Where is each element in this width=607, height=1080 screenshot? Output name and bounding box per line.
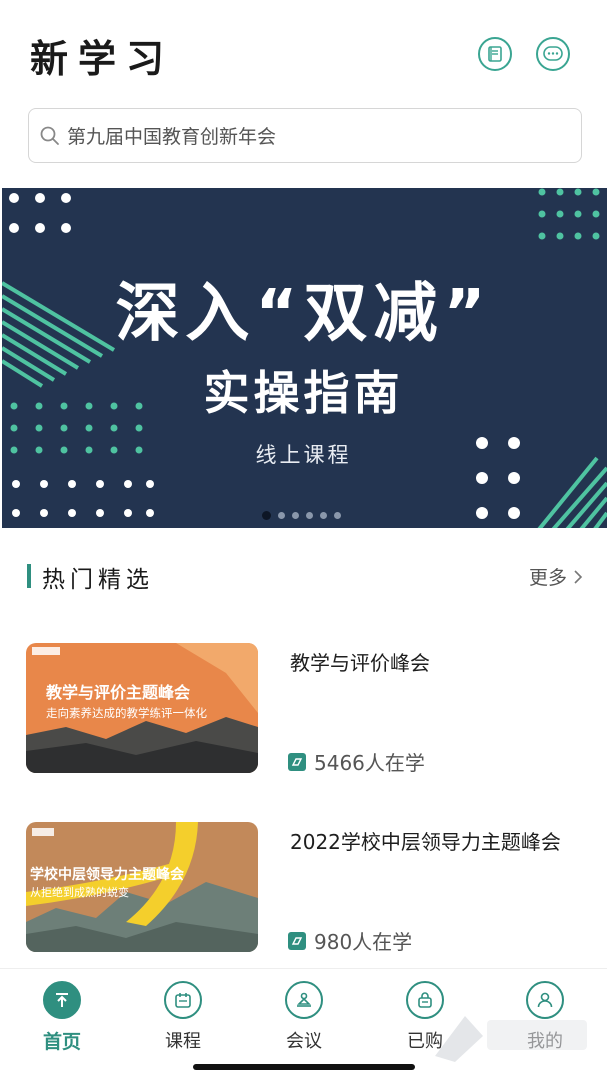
chat-bubble-icon	[543, 46, 563, 61]
course-title: 教学与评价峰会	[290, 651, 430, 675]
thumb-title: 学校中层领导力主题峰会	[30, 867, 184, 883]
search-bar[interactable]: 第九届中国教育创新年会	[28, 108, 582, 163]
more-link[interactable]: 更多	[529, 563, 583, 590]
thumb-title: 教学与评价主题峰会	[46, 683, 191, 702]
book-icon	[488, 46, 502, 62]
carousel-dot[interactable]	[334, 512, 341, 519]
learner-count-text: 980人在学	[314, 930, 413, 954]
carousel-dot[interactable]	[306, 512, 313, 519]
tab-home[interactable]: 首页	[22, 981, 102, 1054]
tab-label: 首页	[42, 1031, 81, 1053]
tab-meetings[interactable]: 会议	[264, 981, 344, 1053]
tab-label: 课程	[165, 1031, 201, 1052]
carousel-indicator[interactable]	[262, 511, 341, 520]
course-card[interactable]: 教学与评价主题峰会 走向素养达成的教学练评一体化 教学与评价峰会 5466人在学	[26, 643, 582, 775]
search-icon	[37, 123, 63, 149]
tab-courses[interactable]: 课程	[143, 981, 223, 1053]
home-indicator	[193, 1064, 415, 1070]
banner-tag: 线上课程	[255, 443, 352, 467]
search-placeholder: 第九届中国教育创新年会	[67, 126, 277, 148]
course-thumbnail: 教学与评价主题峰会 走向素养达成的教学练评一体化	[26, 643, 258, 773]
section-title: 热门精选	[42, 567, 154, 593]
podium-icon	[285, 981, 323, 1019]
learner-count: 980人在学	[288, 926, 412, 955]
course-card[interactable]: 学校中层领导力主题峰会 从拒绝到成熟的蜕变 2022学校中层领导力主题峰会 98…	[26, 822, 582, 954]
home-arrow-icon	[43, 981, 81, 1019]
course-thumbnail: 学校中层领导力主题峰会 从拒绝到成熟的蜕变	[26, 822, 258, 952]
carousel-dot[interactable]	[278, 512, 285, 519]
watermark-logo	[435, 1016, 587, 1062]
message-button[interactable]	[536, 37, 570, 71]
learners-icon	[288, 752, 306, 771]
course-title: 2022学校中层领导力主题峰会	[290, 830, 561, 854]
learner-count: 5466人在学	[288, 747, 425, 776]
thumb-subtitle: 走向素养达成的教学练评一体化	[46, 706, 207, 720]
section-accent-bar	[27, 564, 31, 588]
carousel-dot[interactable]	[292, 512, 299, 519]
banner-title: 深入“双减”	[115, 277, 492, 351]
tab-label: 会议	[286, 1031, 322, 1052]
calendar-icon	[164, 981, 202, 1019]
app-title: 新学习	[30, 36, 175, 81]
learner-count-text: 5466人在学	[314, 751, 425, 775]
banner-subtitle: 实操指南	[203, 366, 404, 420]
book-button[interactable]	[478, 37, 512, 71]
carousel-dot-active[interactable]	[262, 511, 271, 520]
chevron-right-icon	[574, 569, 583, 584]
thumb-subtitle: 从拒绝到成熟的蜕变	[30, 886, 129, 899]
carousel-dot[interactable]	[320, 512, 327, 519]
more-label: 更多	[528, 567, 567, 589]
learners-icon	[288, 931, 306, 950]
